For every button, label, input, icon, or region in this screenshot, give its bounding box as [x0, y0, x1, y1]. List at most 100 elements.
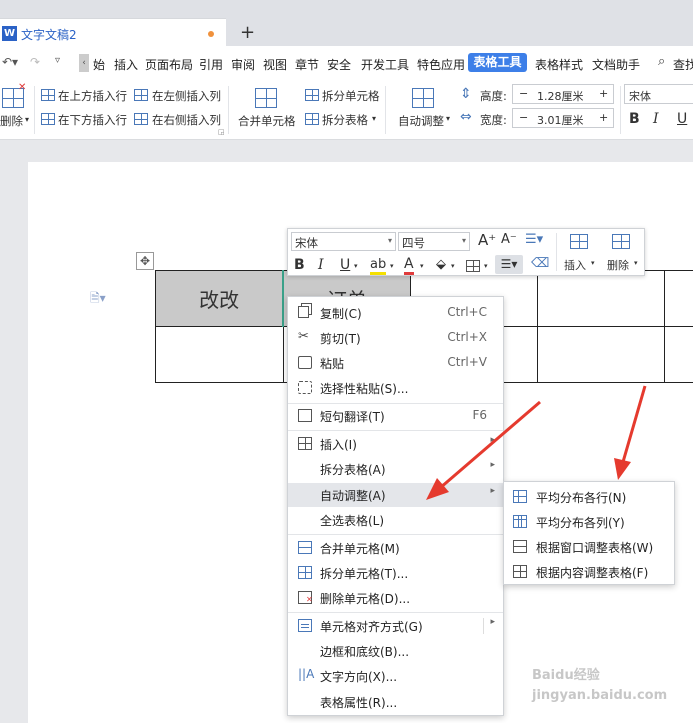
table-cell[interactable] [537, 270, 666, 327]
document-title: 文字文稿2 [21, 28, 77, 42]
search-icon[interactable]: ⌕ [658, 54, 665, 69]
scroll-left-icon[interactable]: ‹ [79, 54, 89, 72]
grow-font-button[interactable]: A⁺ [478, 231, 496, 249]
context-item-label: 剪切(T) [320, 332, 361, 346]
menu-sections[interactable]: 章节 [295, 56, 319, 73]
mini-bold-button[interactable]: B [294, 257, 305, 273]
context-item-label: 拆分单元格(T)... [320, 567, 409, 581]
context-item-label: 全选表格(L) [320, 514, 385, 528]
document-tab[interactable]: W 文字文稿2 [0, 18, 226, 46]
menu-insert[interactable]: 插入 [114, 56, 138, 73]
context-item-cell-alignment[interactable]: 单元格对齐方式(G) ▸ [288, 614, 503, 638]
undo-icon[interactable]: ↶▾ [2, 55, 18, 69]
mini-italic-button[interactable]: I [318, 257, 324, 273]
table-cell[interactable] [537, 326, 666, 383]
insert-column-left-button[interactable]: 在左侧插入列 [152, 88, 221, 104]
context-item-borders-shading[interactable]: 边框和底纹(B)... [288, 639, 503, 663]
mini-insert-button[interactable]: 插入 [564, 257, 586, 273]
context-item-label: 文字方向(X)... [320, 670, 398, 684]
submenu-distribute-rows[interactable]: 平均分布各行(N) [504, 484, 674, 509]
borders-icon[interactable] [466, 260, 480, 272]
split-cell-button[interactable]: 拆分单元格 [322, 88, 380, 104]
height-decrease-button[interactable]: − [519, 87, 528, 100]
context-item-split-table[interactable]: 拆分表格(A) ▸ [288, 457, 503, 481]
redo-icon[interactable]: ↷ [30, 55, 40, 69]
distribute-columns-icon [513, 515, 527, 528]
width-increase-button[interactable]: + [599, 111, 608, 124]
context-item-paste[interactable]: 粘贴 Ctrl+V [288, 351, 503, 375]
context-item-split-cells[interactable]: 拆分单元格(T)... [288, 561, 503, 585]
menu-developer[interactable]: 开发工具 [361, 56, 409, 73]
insert-row-above-button[interactable]: 在上方插入行 [58, 88, 127, 104]
table-cell[interactable] [664, 270, 693, 327]
ribbon-separator [34, 86, 35, 134]
menu-page-layout[interactable]: 页面布局 [145, 56, 193, 73]
bold-button[interactable]: B [629, 111, 640, 127]
submenu-fit-window[interactable]: 根据窗口调整表格(W) [504, 534, 674, 559]
menu-features[interactable]: 特色应用 [417, 56, 465, 73]
context-item-insert[interactable]: 插入(I) ▸ [288, 432, 503, 456]
menu-table-tools[interactable]: 表格工具 [468, 53, 527, 72]
line-spacing-icon[interactable]: ☰▾ [525, 232, 543, 247]
height-spinner[interactable]: − 1.28厘米 + [512, 84, 614, 104]
height-increase-button[interactable]: + [599, 87, 608, 100]
context-item-merge-cells[interactable]: 合并单元格(M) [288, 536, 503, 560]
context-item-auto-fit[interactable]: 自动调整(A) ▸ [288, 483, 503, 507]
split-table-button[interactable]: 拆分表格 [322, 112, 368, 128]
context-item-copy[interactable]: 复制(C) Ctrl+C [288, 301, 503, 325]
align-button[interactable]: ☰▾ [495, 255, 523, 274]
menu-doc-assistant[interactable]: 文档助手 [592, 56, 640, 73]
table-cell[interactable] [155, 326, 284, 383]
customize-dropdown-icon[interactable]: ▿ [55, 55, 60, 66]
mini-size-value: 四号 [402, 236, 425, 250]
width-decrease-button[interactable]: − [519, 111, 528, 124]
context-item-label: 拆分表格(A) [320, 463, 386, 477]
shading-icon[interactable]: ⬙ [436, 257, 446, 272]
context-item-paste-special[interactable]: 选择性粘贴(S)... [288, 376, 503, 400]
search-label[interactable]: 查找 [673, 56, 693, 73]
mini-font-select[interactable]: 宋体 ▾ [291, 232, 396, 251]
context-item-delete-cells[interactable]: ✕ 删除单元格(D)... [288, 586, 503, 610]
paste-special-icon [298, 381, 312, 394]
submenu-fit-content[interactable]: 根据内容调整表格(F) [504, 559, 674, 584]
highlight-icon[interactable]: ab [370, 257, 387, 275]
group-launcher-icon[interactable]: ◲ [218, 128, 225, 136]
mini-delete-button[interactable]: 删除 [607, 257, 629, 273]
mini-underline-button[interactable]: U [340, 257, 350, 273]
insert-column-right-button[interactable]: 在右侧插入列 [152, 112, 221, 128]
row-height-icon: ⇕ [460, 86, 472, 102]
auto-fit-button[interactable]: 自动调整 [398, 113, 444, 129]
menu-review[interactable]: 审阅 [231, 56, 255, 73]
menu-references[interactable]: 引用 [199, 56, 223, 73]
menu-security[interactable]: 安全 [327, 56, 351, 73]
context-item-table-properties[interactable]: 表格属性(R)... [288, 690, 503, 714]
menu-view[interactable]: 视图 [263, 56, 287, 73]
font-select[interactable]: 宋体 [624, 84, 693, 104]
font-color-icon[interactable]: A [404, 256, 414, 275]
eraser-icon[interactable]: ⌫ [531, 256, 549, 271]
context-item-select-table[interactable]: 全选表格(L) [288, 508, 503, 532]
new-tab-button[interactable]: + [240, 22, 255, 43]
height-value[interactable]: 1.28厘米 [537, 88, 584, 104]
submenu-distribute-columns[interactable]: 平均分布各列(Y) [504, 509, 674, 534]
table-move-handle-icon[interactable]: ✥ [136, 252, 154, 270]
mini-size-select[interactable]: 四号 ▾ [398, 232, 470, 251]
width-spinner[interactable]: − 3.01厘米 + [512, 108, 614, 128]
table-cell[interactable] [664, 326, 693, 383]
delete-button[interactable]: 删除 [0, 113, 23, 129]
paragraph-tag-icon[interactable]: 🗎▾ [90, 289, 106, 310]
context-item-label: 删除单元格(D)... [320, 592, 411, 606]
table-cell[interactable]: 改改 [155, 270, 285, 327]
context-item-text-direction[interactable]: ||A 文字方向(X)... [288, 664, 503, 688]
ribbon-separator [228, 86, 229, 134]
insert-row-below-button[interactable]: 在下方插入行 [58, 112, 127, 128]
shrink-font-button[interactable]: A⁻ [501, 232, 517, 247]
underline-button[interactable]: U [677, 111, 687, 127]
context-item-translate[interactable]: 短句翻译(T) F6 [288, 404, 503, 428]
menu-table-style[interactable]: 表格样式 [535, 56, 583, 73]
merge-cells-button[interactable]: 合并单元格 [238, 113, 296, 129]
menu-home[interactable]: 始 [93, 56, 105, 73]
context-item-cut[interactable]: ✂ 剪切(T) Ctrl+X [288, 326, 503, 350]
width-value[interactable]: 3.01厘米 [537, 112, 584, 128]
italic-button[interactable]: I [653, 111, 659, 127]
